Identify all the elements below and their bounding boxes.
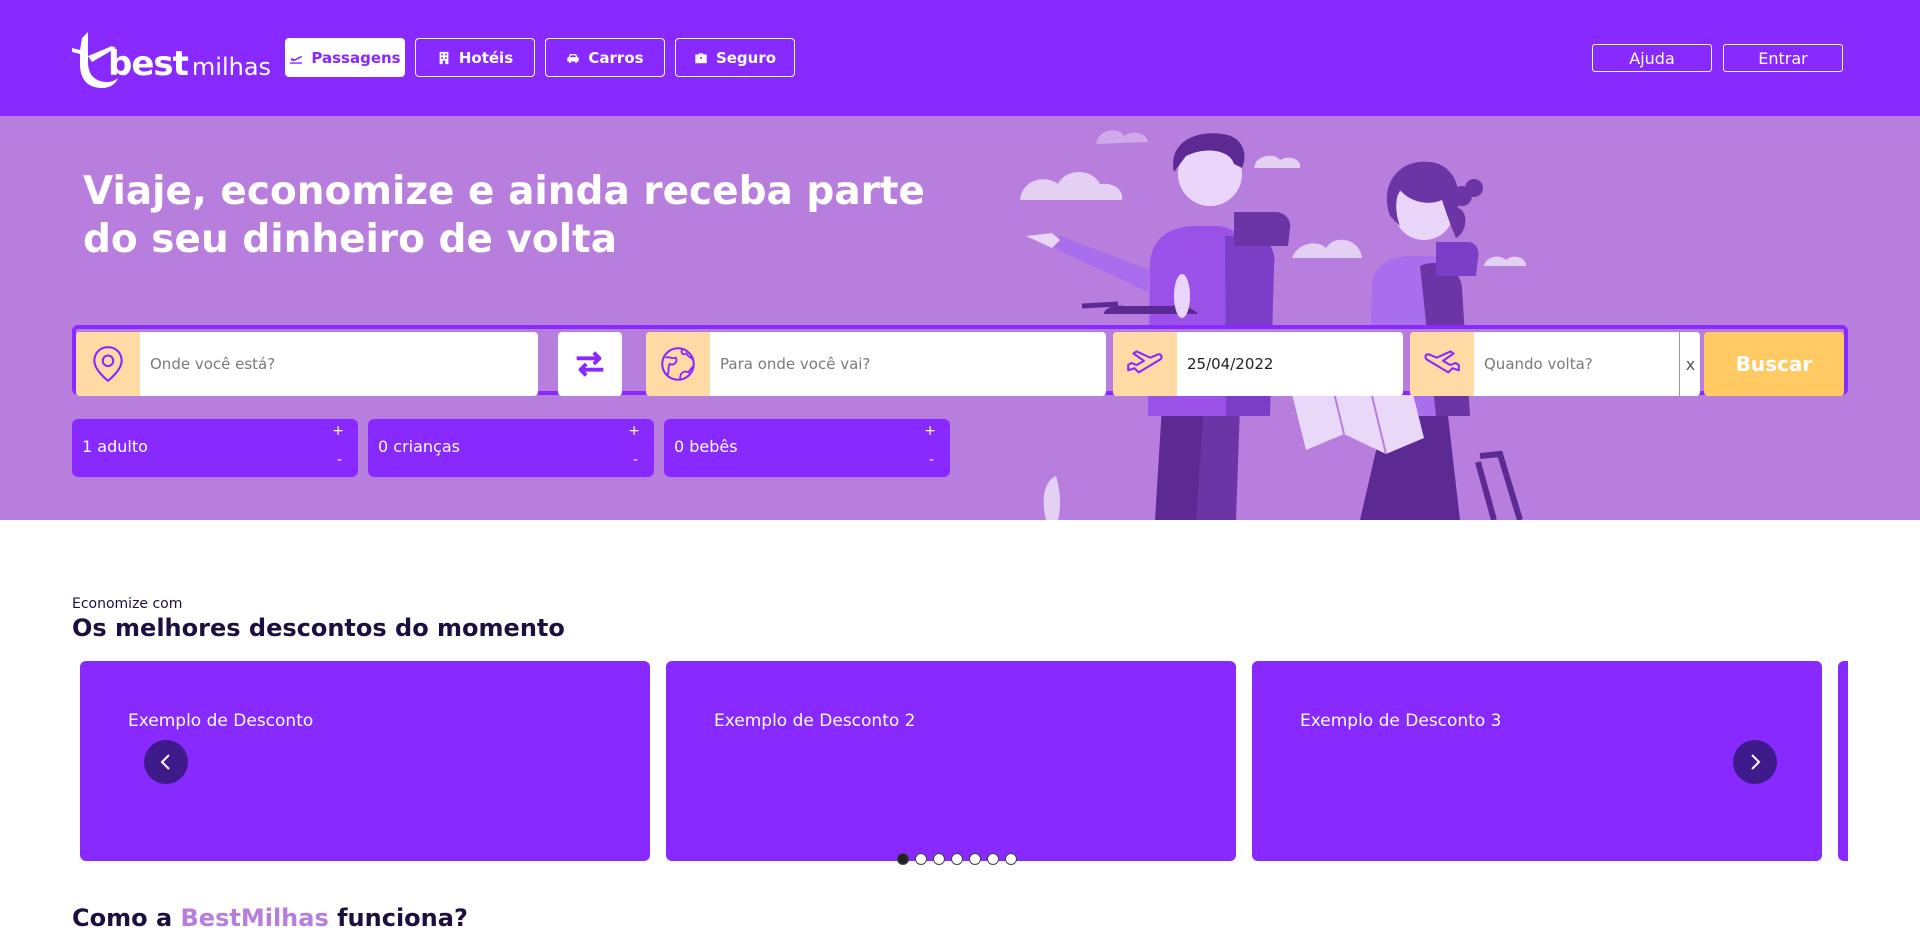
origin-field[interactable]	[76, 332, 538, 396]
discounts-title: Os melhores descontos do momento	[72, 614, 565, 642]
logo-best-text: best	[108, 44, 189, 84]
briefcase-icon	[695, 52, 707, 63]
origin-input[interactable]	[140, 332, 538, 396]
logo[interactable]: best milhas	[72, 32, 271, 88]
how-title-brand: BestMilhas	[180, 904, 329, 932]
tab-hoteis-label: Hotéis	[458, 48, 514, 67]
destination-field[interactable]	[646, 332, 1106, 396]
how-title-prefix: Como a	[72, 904, 181, 932]
infants-increment-button[interactable]: +	[924, 423, 936, 439]
discounts-kicker: Economize com	[72, 596, 183, 612]
tab-carros[interactable]: Carros	[545, 38, 665, 77]
adults-decrement-button[interactable]: -	[337, 452, 342, 468]
discount-card-title: Exemplo de Desconto 3	[1300, 711, 1502, 731]
logo-milhas-text: milhas	[191, 53, 272, 81]
carousel-pagination	[897, 853, 1017, 865]
children-label: 0 crianças	[378, 437, 460, 456]
airplane-departure-icon	[1113, 332, 1177, 396]
airplane-return-icon	[1410, 332, 1474, 396]
departure-date-input[interactable]	[1177, 332, 1403, 396]
top-header: best milhas Passagens Hotéis Carros Segu…	[0, 0, 1920, 116]
tab-seguro[interactable]: Seguro	[675, 38, 795, 77]
travelers-illustration	[1020, 130, 1526, 520]
return-date-input[interactable]	[1474, 332, 1700, 396]
how-it-works-title: Como a BestMilhas funciona?	[72, 904, 468, 932]
departure-date-field[interactable]	[1113, 332, 1403, 396]
infants-decrement-button[interactable]: -	[929, 452, 934, 468]
tab-seguro-label: Seguro	[715, 48, 777, 67]
airplane-takeoff-icon	[290, 55, 303, 64]
carousel-dot[interactable]	[969, 853, 981, 865]
discount-card-title: Exemplo de Desconto 2	[714, 711, 916, 731]
hero-title: Viaje, economize e ainda receba parte do…	[83, 169, 925, 262]
carousel-dot[interactable]	[987, 853, 999, 865]
discount-card[interactable]: Exemplo de Desconto 2	[666, 661, 1236, 861]
main-nav: Passagens Hotéis Carros Seguro	[285, 38, 795, 77]
adults-stepper[interactable]: 1 adulto + -	[72, 419, 358, 477]
chevron-right-icon	[1751, 754, 1761, 770]
how-title-suffix: funciona?	[328, 904, 468, 932]
infants-label: 0 bebês	[674, 437, 738, 456]
discount-card-partial[interactable]	[1838, 661, 1848, 861]
destination-input[interactable]	[710, 332, 1106, 396]
children-decrement-button[interactable]: -	[633, 452, 638, 468]
children-increment-button[interactable]: +	[628, 423, 640, 439]
carousel-dot[interactable]	[915, 853, 927, 865]
adults-label: 1 adulto	[82, 437, 148, 456]
adults-increment-button[interactable]: +	[332, 423, 344, 439]
infants-stepper[interactable]: 0 bebês + -	[664, 419, 950, 477]
flight-search-bar: x Buscar	[72, 325, 1848, 396]
globe-icon	[646, 332, 710, 396]
tab-carros-label: Carros	[588, 48, 644, 67]
car-icon	[567, 53, 580, 63]
discount-card-title: Exemplo de Desconto	[128, 711, 314, 731]
help-button[interactable]: Ajuda	[1592, 44, 1712, 72]
carousel-prev-button[interactable]	[144, 740, 188, 784]
carousel-dot[interactable]	[1005, 853, 1017, 865]
carousel-next-button[interactable]	[1733, 740, 1777, 784]
hotel-icon	[439, 51, 449, 64]
tab-hoteis[interactable]: Hotéis	[415, 38, 535, 77]
chevron-left-icon	[160, 754, 170, 770]
children-stepper[interactable]: 0 crianças + -	[368, 419, 654, 477]
carousel-dot[interactable]	[951, 853, 963, 865]
clear-return-date-button[interactable]: x	[1679, 332, 1700, 396]
carousel-dot[interactable]	[933, 853, 945, 865]
login-button[interactable]: Entrar	[1723, 44, 1843, 72]
search-button[interactable]: Buscar	[1704, 332, 1844, 396]
carousel-dot[interactable]	[897, 853, 909, 865]
swap-arrows-icon	[576, 351, 604, 377]
swap-route-button[interactable]	[558, 332, 622, 396]
hero-section: Viaje, economize e ainda receba parte do…	[0, 116, 1920, 520]
location-pin-icon	[76, 332, 140, 396]
return-date-field[interactable]: x	[1410, 332, 1700, 396]
tab-passagens-label: Passagens	[311, 48, 401, 67]
tab-passagens[interactable]: Passagens	[285, 38, 405, 77]
discounts-carousel: Exemplo de Desconto Exemplo de Desconto …	[72, 660, 1848, 862]
